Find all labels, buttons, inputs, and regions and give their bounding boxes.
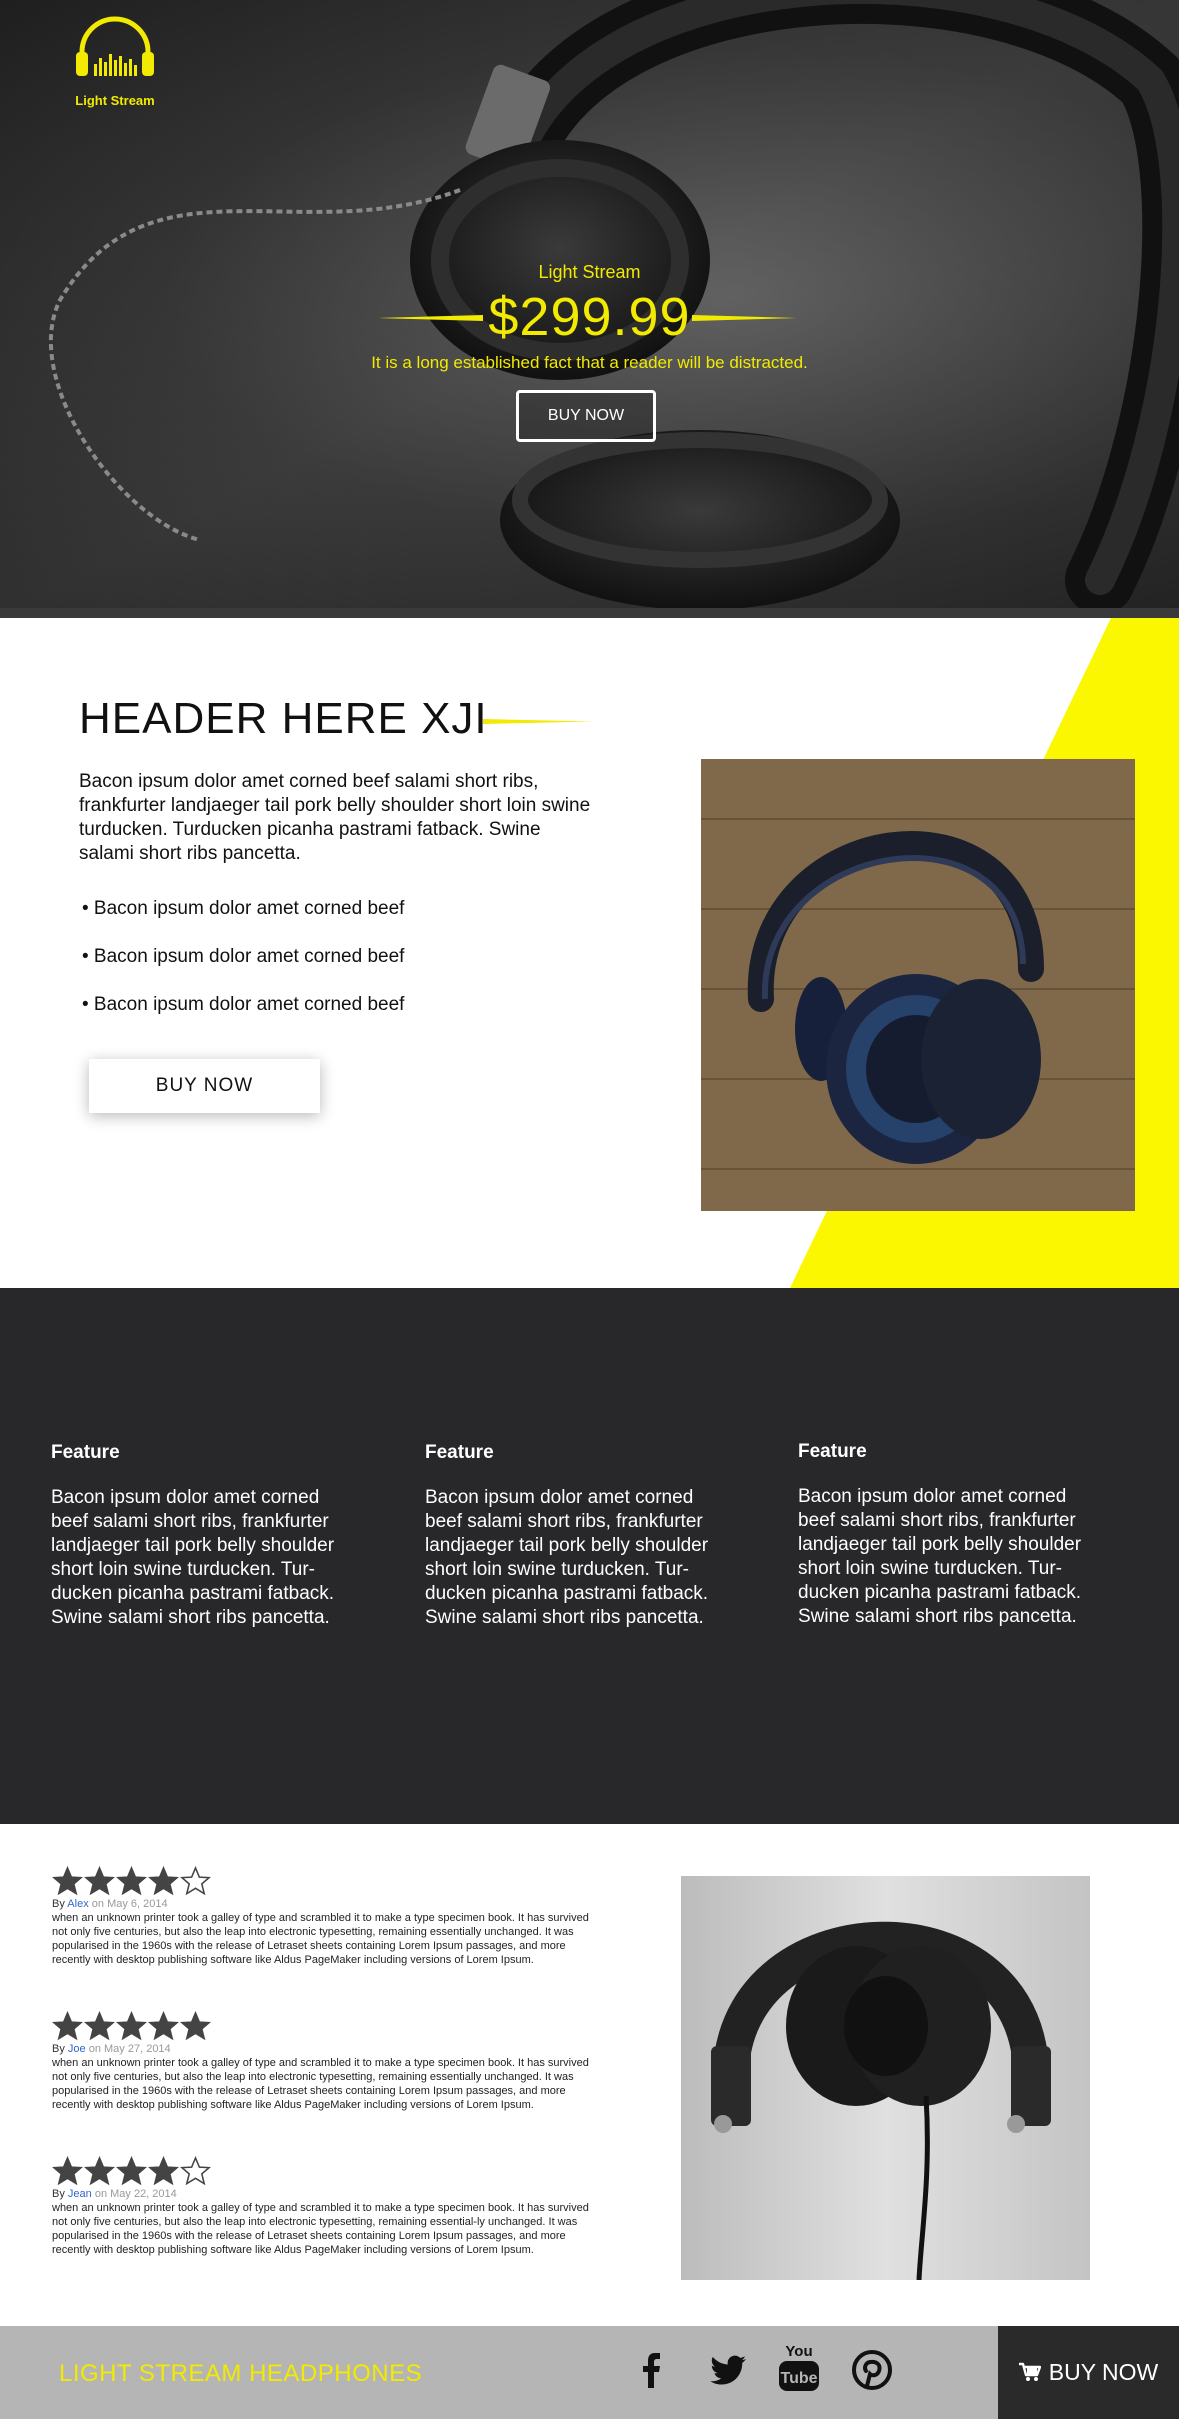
- star-filled-icon: [84, 2011, 115, 2041]
- review-body: when an unknown printer took a galley of…: [52, 2057, 589, 2111]
- review-by: By: [52, 2043, 68, 2055]
- youtube-icon[interactable]: You Tube: [776, 2340, 822, 2400]
- feature-card: Feature Bacon ipsum dolor amet corned be…: [425, 1442, 735, 1630]
- review-meta: By Jean on May 22, 2014: [52, 2188, 597, 2200]
- star-filled-icon: [180, 2011, 211, 2041]
- star-empty-icon: [180, 1866, 211, 1896]
- headphones-on-wood-image: [701, 759, 1135, 1211]
- intro-paragraph: Bacon ipsum dolor amet corned beef salam…: [79, 771, 591, 864]
- headphones-on-hook-image: [681, 1876, 1090, 2280]
- star-filled-icon: [148, 2156, 179, 2186]
- review-on: on: [85, 2043, 105, 2055]
- hero-bottom-bar: [0, 608, 1179, 618]
- star-rating: [52, 2156, 597, 2188]
- star-filled-icon: [116, 2156, 147, 2186]
- footer-brand[interactable]: LIGHT STREAM HEADPHONES: [59, 2360, 422, 2388]
- price-line-right: [692, 315, 797, 321]
- star-filled-icon: [116, 1866, 147, 1896]
- youtube-text-top: You: [785, 2343, 812, 2360]
- footer-buy-button[interactable]: BUY NOW: [998, 2326, 1179, 2419]
- pinterest-icon[interactable]: [850, 2348, 894, 2392]
- hero-tagline: It is a long established fact that a rea…: [371, 353, 808, 372]
- headphones-logo-icon: [76, 16, 154, 76]
- feature-bullets: • Bacon ipsum dolor amet corned beef • B…: [82, 898, 404, 1042]
- review-author-link[interactable]: Alex: [67, 1898, 88, 1910]
- list-item: • Bacon ipsum dolor amet corned beef: [82, 946, 405, 967]
- reviews-section: By Alex on May 6, 2014 when an unknown p…: [0, 1824, 1179, 2326]
- review-author-link[interactable]: Joe: [68, 2043, 86, 2055]
- logo[interactable]: Light Stream: [70, 12, 160, 108]
- review: By Joe on May 27, 2014 when an unknown p…: [52, 2011, 597, 2112]
- product-photo: [701, 759, 1135, 1211]
- review-date: May 27, 2014: [104, 2043, 171, 2055]
- youtube-text-bottom: Tube: [780, 2370, 817, 2387]
- logo-text: Light Stream: [75, 93, 155, 108]
- footer-buy-label: BUY NOW: [1048, 2359, 1159, 2385]
- review-author-link[interactable]: Jean: [68, 2188, 92, 2200]
- review-by: By: [52, 1898, 68, 1910]
- review-by: By: [52, 2188, 68, 2200]
- review-on: on: [91, 2188, 111, 2200]
- star-filled-icon: [84, 1866, 115, 1896]
- star-filled-icon: [52, 1866, 83, 1896]
- features-section: Feature Bacon ipsum dolor amet corned be…: [0, 1288, 1179, 1824]
- price-line-left: [378, 315, 483, 321]
- feature-title: Feature: [425, 1442, 494, 1463]
- list-item: • Bacon ipsum dolor amet corned beef: [82, 898, 405, 919]
- star-filled-icon: [148, 2011, 179, 2041]
- review-meta: By Alex on May 6, 2014: [52, 1898, 597, 1910]
- footer: LIGHT STREAM HEADPHONES You Tube BUY NOW: [0, 2326, 1179, 2419]
- twitter-icon[interactable]: [706, 2348, 750, 2392]
- review: By Jean on May 22, 2014 when an unknown …: [52, 2156, 597, 2257]
- review-on: on: [88, 1898, 108, 1910]
- star-rating: [52, 2011, 597, 2043]
- review-date: May 6, 2014: [107, 1898, 168, 1910]
- cart-icon: [1018, 2362, 1041, 2381]
- star-empty-icon: [180, 2156, 211, 2186]
- star-filled-icon: [52, 2156, 83, 2186]
- feature-title: Feature: [798, 1441, 867, 1462]
- star-filled-icon: [148, 1866, 179, 1896]
- list-item: • Bacon ipsum dolor amet corned beef: [82, 994, 405, 1015]
- star-rating: [52, 1866, 597, 1898]
- feature-body: Bacon ipsum dolor amet corned beef salam…: [798, 1486, 1082, 1627]
- star-filled-icon: [52, 2011, 83, 2041]
- feature-card: Feature Bacon ipsum dolor amet corned be…: [798, 1441, 1108, 1629]
- hero-price-row: $299.99: [0, 285, 1179, 349]
- feature-card: Feature Bacon ipsum dolor amet corned be…: [51, 1442, 361, 1630]
- review-photo: [681, 1876, 1090, 2280]
- review-body: when an unknown printer took a galley of…: [52, 2202, 589, 2256]
- review-date: May 22, 2014: [110, 2188, 177, 2200]
- hero-price: $299.99: [488, 287, 691, 347]
- review-body: when an unknown printer took a galley of…: [52, 1912, 589, 1966]
- intro-buy-button[interactable]: BUY NOW: [89, 1059, 320, 1113]
- section-header: HEADER HERE XJI: [79, 694, 488, 743]
- hero-brand: Light Stream: [538, 262, 641, 282]
- facebook-icon[interactable]: [629, 2348, 673, 2392]
- hero-content: Light Stream $299.99 It is a long establ…: [0, 262, 1179, 373]
- star-filled-icon: [84, 2156, 115, 2186]
- star-filled-icon: [116, 2011, 147, 2041]
- hero-section: Light Stream Light Stream $299.99 It is …: [0, 0, 1179, 618]
- feature-body: Bacon ipsum dolor amet corned beef salam…: [425, 1487, 709, 1628]
- feature-body: Bacon ipsum dolor amet corned beef salam…: [51, 1487, 335, 1628]
- feature-title: Feature: [51, 1442, 120, 1463]
- review: By Alex on May 6, 2014 when an unknown p…: [52, 1866, 597, 1967]
- review-meta: By Joe on May 27, 2014: [52, 2043, 597, 2055]
- hero-buy-button[interactable]: BUY NOW: [516, 390, 656, 442]
- intro-section: HEADER HERE XJI Bacon ipsum dolor amet c…: [0, 618, 1179, 1288]
